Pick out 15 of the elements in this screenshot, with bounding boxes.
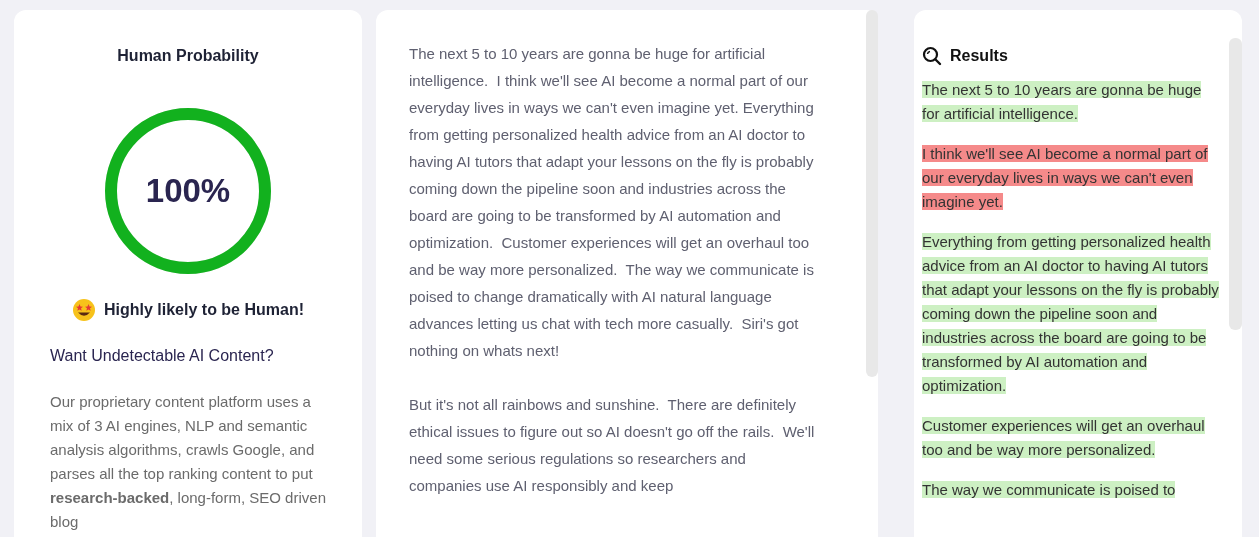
card-title: Human Probability	[117, 46, 259, 66]
results-title: Results	[950, 46, 1008, 66]
result-sentence: I think we'll see AI become a normal part of our everyday lives in ways we can't even imagine yet.	[922, 144, 1209, 212]
editor-paragraph: The next 5 to 10 years are gonna be huge for artificial intelligence. I think we'll see AI become a normal part of our everyday lives in ways we can't even imagine yet. Everything from getting personalized health advice from an AI doctor to having AI tutors that adapt your lessons on the fly is probably coming down the pipeline soon and industries across the board are going to be transformed by AI automation and optimization. Customer experiences will get an overhaul too and be way more personalized. The way we communicate is poised to change dramatically with AI natural language advances letting us chat with tech more casually. Siri's got nothing on whats next!	[409, 44, 815, 361]
promo-heading: Want Undetectable AI Content?	[50, 346, 275, 366]
promo-text: Our proprietary content platform uses a mix of 3 AI engines, NLP and semantic analysis algorithms, crawls Google, and parses all the top ranking content to put research-backed, long-form, SEO driven blog	[50, 392, 326, 532]
result-sentence: Customer experiences will get an overhaul too and be way more personalized.	[922, 416, 1206, 460]
search-icon	[922, 46, 942, 66]
editor-paragraph: But it's not all rainbows and sunshine. There are definitely ethical issues to figure out so AI doesn't go off the rails. We'll need some serious regulations so researchers and companies use AI responsibly and keep	[409, 395, 816, 496]
star-eyes-emoji-icon	[72, 298, 96, 322]
verdict-text: Highly likely to be Human!	[104, 300, 304, 320]
result-sentence: The way we communicate is poised to	[922, 480, 1177, 500]
result-sentence: The next 5 to 10 years are gonna be huge for artificial intelligence.	[922, 80, 1203, 124]
result-sentence: Everything from getting personalized health advice from an AI doctor to having AI tutors that adapt your lessons on the fly is probably coming down the pipeline soon and industries across the board are going to be transformed by AI automation and optimization.	[922, 232, 1220, 396]
probability-value: 100%	[145, 171, 231, 212]
